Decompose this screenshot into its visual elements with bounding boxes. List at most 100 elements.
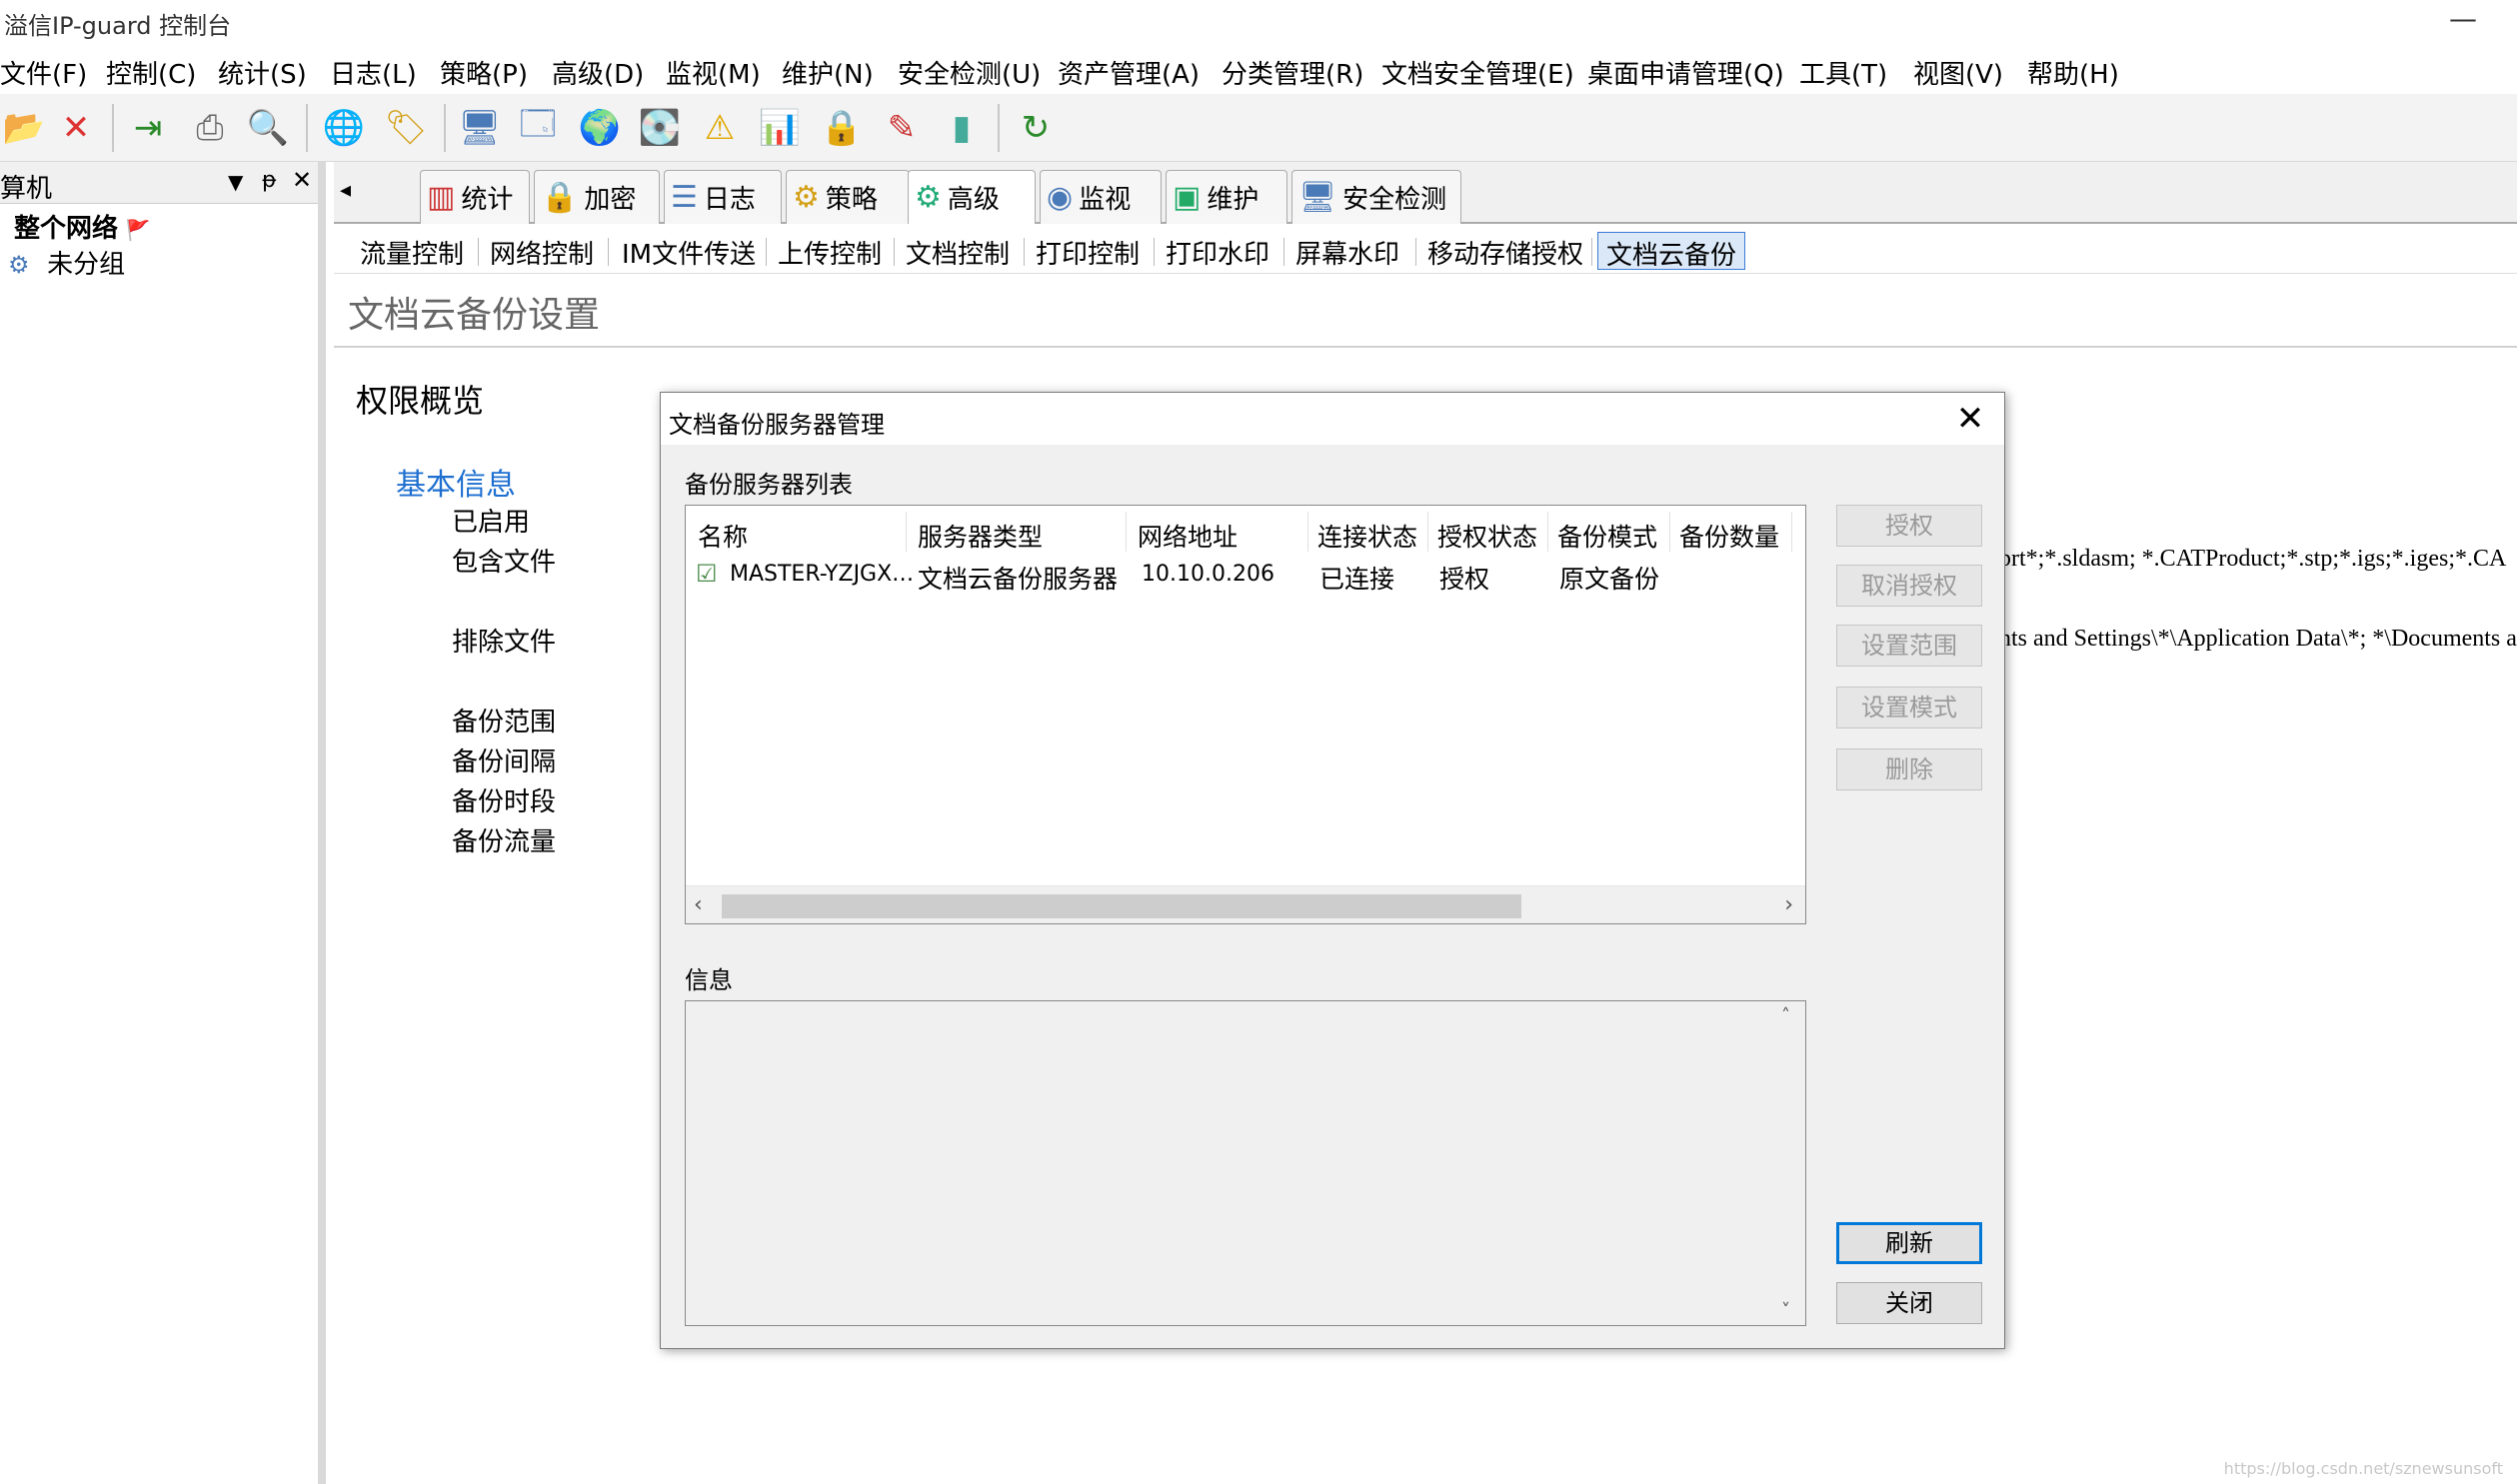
tree-item-ungrouped[interactable]: ⚙ 未分组 <box>0 244 125 281</box>
menu-file[interactable]: 文件(F) <box>0 54 87 91</box>
menu-help[interactable]: 帮助(H) <box>2027 54 2119 91</box>
delete-button[interactable]: 删除 <box>1836 748 1982 790</box>
lock-icon[interactable]: 🔒 <box>818 104 866 152</box>
field-backup-traffic: 备份流量 <box>452 827 557 857</box>
import-icon[interactable]: ⇥ <box>124 104 172 152</box>
tab-log[interactable]: ☰ 日志 <box>664 170 782 224</box>
include-files-value: prt*;*.sldasm; *.CATProduct;*.stp;*.igs;… <box>1999 546 2507 572</box>
scroll-left-icon[interactable]: ‹ <box>694 892 703 917</box>
menu-monitor[interactable]: 监视(M) <box>666 54 761 91</box>
close-icon[interactable]: ✕ <box>1950 399 1990 439</box>
menu-maintenance[interactable]: 维护(N) <box>782 54 874 91</box>
set-mode-button[interactable]: 设置模式 <box>1836 687 1982 729</box>
toolbar-separator <box>112 104 114 152</box>
cell-auth: 授权 <box>1439 565 1490 594</box>
dialog-title: 文档备份服务器管理 <box>669 411 885 439</box>
usb-icon[interactable]: ▮ <box>938 104 986 152</box>
report-icon[interactable]: 📊 <box>756 104 804 152</box>
close-button[interactable]: 关闭 <box>1836 1282 1982 1324</box>
subtab-document-control[interactable]: 文档控制 <box>898 232 1018 270</box>
tab-advanced[interactable]: ⚙ 高级 <box>908 170 1036 224</box>
subtab-print-control[interactable]: 打印控制 <box>1028 232 1148 270</box>
subtab-network-control[interactable]: 网络控制 <box>482 232 602 270</box>
tab-statistics[interactable]: ▥ 统计 <box>420 170 530 224</box>
vertical-scrollbar[interactable]: ˄ ˅ <box>1773 1001 1805 1325</box>
subtab-screen-watermark[interactable]: 屏幕水印 <box>1287 232 1407 270</box>
tab-security-check[interactable]: 🖥 安全检测 <box>1291 170 1461 224</box>
menu-desktop-request[interactable]: 桌面申请管理(Q) <box>1587 54 1784 91</box>
toolbar-separator <box>998 104 1000 152</box>
subtab-doc-cloud-backup[interactable]: 文档云备份 <box>1597 232 1746 271</box>
computers-icon[interactable]: 🖥 <box>456 104 504 152</box>
subtab-separator <box>478 238 479 266</box>
table-row[interactable]: ☑ MASTER-YZJGX… 文档云备份服务器 10.10.0.206 已连接… <box>686 506 1805 606</box>
edit-icon[interactable]: ✎ <box>878 104 926 152</box>
lock-icon: 🔒 <box>541 180 579 215</box>
menu-view[interactable]: 视图(V) <box>1913 54 2003 91</box>
panel-dropdown-icon[interactable]: ▼ <box>228 170 243 194</box>
globe-icon[interactable]: 🌐 <box>320 104 368 152</box>
menu-doc-security[interactable]: 文档安全管理(E) <box>1381 54 1574 91</box>
panel-close-icon[interactable]: ✕ <box>292 166 312 194</box>
scroll-down-icon[interactable]: ˅ <box>1781 1300 1790 1321</box>
tab-policy[interactable]: ⚙ 策略 <box>786 170 910 224</box>
print-icon[interactable]: ⎙ <box>186 104 234 152</box>
tab-label: 安全检测 <box>1342 185 1447 215</box>
note-icon[interactable]: 🏷 <box>382 104 430 152</box>
menu-policy[interactable]: 策略(P) <box>440 54 528 91</box>
delete-icon[interactable]: ✕ <box>52 104 100 152</box>
tree-item-whole-network[interactable]: 整个网络 🚩 <box>0 208 151 245</box>
subtab-removable-storage[interactable]: 移动存储授权 <box>1419 232 1591 270</box>
scrollbar-thumb[interactable] <box>722 894 1521 918</box>
menu-security-check[interactable]: 安全检测(U) <box>898 54 1041 91</box>
authorize-button[interactable]: 授权 <box>1836 505 1982 547</box>
server-list[interactable]: 名称 服务器类型 网络地址 连接状态 授权状态 备份模式 备份数量 ☑ MAST… <box>685 505 1806 924</box>
menu-tools[interactable]: 工具(T) <box>1799 54 1887 91</box>
field-backup-range: 备份范围 <box>452 708 557 738</box>
warning-icon[interactable]: ⚠ <box>696 104 744 152</box>
revoke-authorization-button[interactable]: 取消授权 <box>1836 565 1982 607</box>
minimize-button[interactable]: — <box>2449 2 2477 35</box>
new-folder-icon[interactable]: 📂 <box>0 104 48 152</box>
toolbar-separator <box>444 104 446 152</box>
info-textarea[interactable]: ˄ ˅ <box>685 1000 1806 1326</box>
subtab-print-watermark[interactable]: 打印水印 <box>1158 232 1277 270</box>
menu-classification[interactable]: 分类管理(R) <box>1222 54 1363 91</box>
tab-maintenance[interactable]: ▣ 维护 <box>1166 170 1287 224</box>
computer-tree-panel: 算机 ▼ ᵽ ✕ 整个网络 🚩 ⚙ 未分组 <box>0 162 326 1484</box>
info-label: 信息 <box>685 966 733 994</box>
subtab-im-file[interactable]: IM文件传送 <box>614 232 764 270</box>
disk-icon[interactable]: 💽 <box>636 104 684 152</box>
advanced-icon: ⚙ <box>915 180 942 215</box>
menu-control[interactable]: 控制(C) <box>106 54 196 91</box>
window-icon[interactable]: 🗔 <box>514 104 562 152</box>
server-ok-icon: ☑ <box>696 560 718 588</box>
tab-scroll-left-icon[interactable]: ◂ <box>340 178 351 203</box>
tab-strip: ◂ ▥ 统计 🔒 加密 ☰ 日志 ⚙ 策略 ⚙ 高级 ◉ 监视 ▣ 维护 🖥 安全检测 <box>334 162 2517 224</box>
bar-chart-icon: ▥ <box>427 180 456 215</box>
subtab-upload-control[interactable]: 上传控制 <box>770 232 890 270</box>
refresh-button[interactable]: 刷新 <box>1836 1222 1982 1264</box>
field-backup-interval: 备份间隔 <box>452 747 557 777</box>
menu-statistics[interactable]: 统计(S) <box>218 54 307 91</box>
menu-advanced[interactable]: 高级(D) <box>552 54 644 91</box>
scroll-up-icon[interactable]: ˄ <box>1781 1005 1790 1026</box>
basic-info-link[interactable]: 基本信息 <box>396 460 516 504</box>
horizontal-scrollbar[interactable]: ‹ › <box>686 885 1805 923</box>
print-preview-icon[interactable]: 🔍 <box>244 104 292 152</box>
field-exclude-files: 排除文件 <box>452 628 557 658</box>
scroll-right-icon[interactable]: › <box>1784 892 1793 917</box>
set-range-button[interactable]: 设置范围 <box>1836 625 1982 667</box>
tab-encryption[interactable]: 🔒 加密 <box>534 170 660 224</box>
pin-icon[interactable]: ᵽ <box>262 168 277 193</box>
menu-log[interactable]: 日志(L) <box>330 54 417 91</box>
monitor-icon: ◉ <box>1047 180 1074 215</box>
refresh-icon[interactable]: ↻ <box>1012 104 1060 152</box>
group-icon: ⚙ <box>8 251 30 279</box>
menu-asset-management[interactable]: 资产管理(A) <box>1058 54 1200 91</box>
tab-monitor[interactable]: ◉ 监视 <box>1040 170 1162 224</box>
network-globe-icon[interactable]: 🌍 <box>576 104 624 152</box>
menu-bar: 文件(F) 控制(C) 统计(S) 日志(L) 策略(P) 高级(D) 监视(M… <box>0 46 2517 92</box>
subtab-traffic-control[interactable]: 流量控制 <box>352 232 472 270</box>
watermark: https://blog.csdn.net/sznewsunsoft <box>2223 1459 2503 1478</box>
